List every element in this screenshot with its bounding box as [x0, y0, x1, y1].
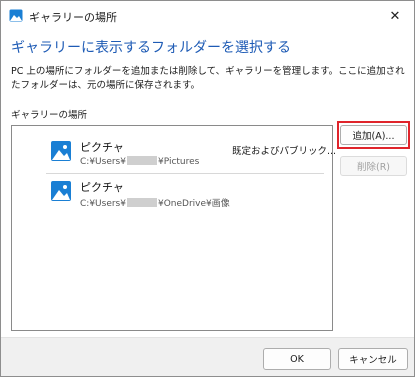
- title-bar: ギャラリーの場所 ✕: [1, 1, 414, 31]
- pictures-folder-icon: [51, 181, 71, 201]
- redacted-username: [126, 198, 157, 207]
- cancel-button[interactable]: キャンセル: [338, 348, 408, 370]
- redacted-username: [126, 156, 157, 165]
- list-item[interactable]: ピクチャ C:¥Users¥ ¥OneDrive¥画像: [12, 170, 332, 214]
- location-status: 既定およびパブリック...: [232, 146, 337, 157]
- gallery-icon: [9, 9, 23, 22]
- location-path: C:¥Users¥ ¥OneDrive¥画像: [80, 198, 230, 209]
- add-button[interactable]: 追加(A)...: [340, 125, 407, 145]
- ok-button[interactable]: OK: [263, 348, 331, 370]
- page-title: ギャラリーに表示するフォルダーを選択する: [11, 40, 291, 56]
- location-name: ピクチャ: [80, 141, 124, 154]
- dialog-footer: OK キャンセル: [1, 337, 414, 376]
- close-button[interactable]: ✕: [380, 3, 410, 29]
- remove-button[interactable]: 削除(R): [340, 156, 407, 176]
- location-name: ピクチャ: [80, 181, 124, 194]
- pictures-folder-icon: [51, 141, 71, 161]
- locations-list[interactable]: ピクチャ C:¥Users¥ ¥Pictures 既定およびパブリック... ピク…: [11, 125, 336, 331]
- location-path: C:¥Users¥ ¥Pictures: [80, 156, 200, 167]
- window-title: ギャラリーの場所: [29, 11, 117, 24]
- locations-group-label: ギャラリーの場所: [11, 110, 88, 121]
- gallery-locations-dialog: ギャラリーの場所 ✕ ギャラリーに表示するフォルダーを選択する PC 上の場所に…: [0, 0, 415, 377]
- description-text: PC 上の場所にフォルダーを追加または削除して、ギャラリーを管理します。ここに追…: [11, 66, 405, 91]
- list-item[interactable]: ピクチャ C:¥Users¥ ¥Pictures 既定およびパブリック...: [12, 130, 336, 174]
